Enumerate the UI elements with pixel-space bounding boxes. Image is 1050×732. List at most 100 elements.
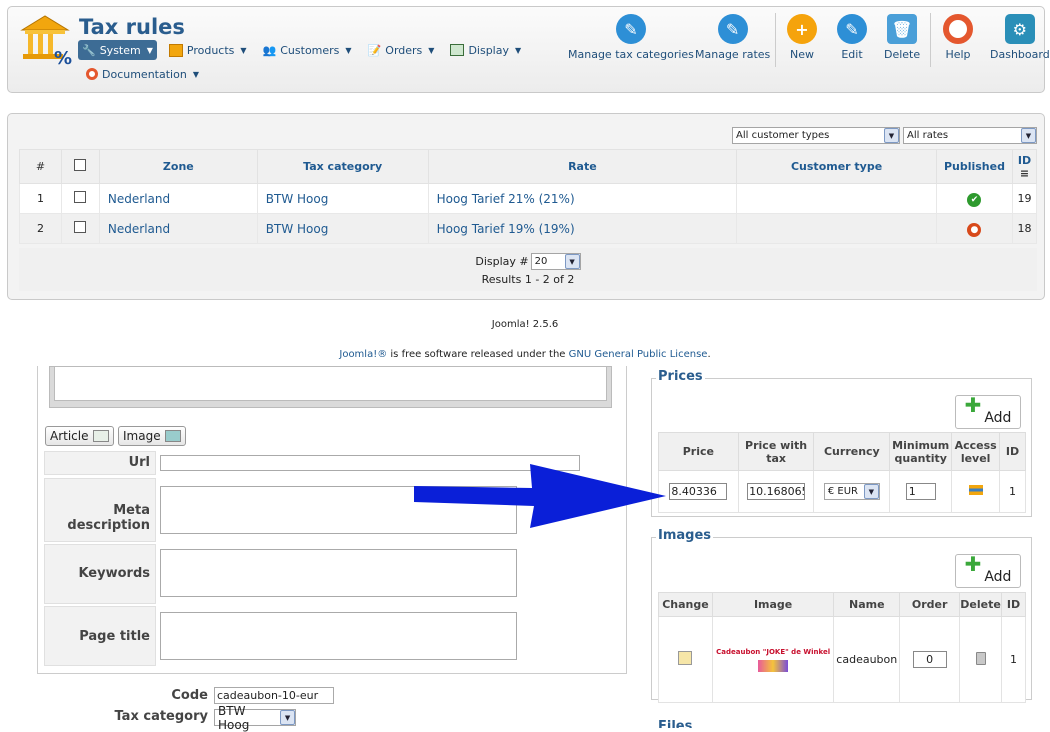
new-button[interactable]: + New <box>787 14 817 61</box>
license-text: Joomla!® is free software released under… <box>339 349 711 360</box>
checkbox[interactable] <box>74 159 87 171</box>
column-zone[interactable]: Zone <box>98 149 258 184</box>
url-label: Url <box>128 455 150 470</box>
column-published[interactable]: Published <box>935 149 1013 184</box>
images-legend: Images <box>656 528 714 543</box>
chevron-down-icon: ▼ <box>514 45 522 55</box>
add-image-button[interactable]: ✚ Add <box>955 554 1021 588</box>
chevron-down-icon: ▼ <box>428 45 435 55</box>
joomla-link[interactable]: Joomla!® <box>339 349 387 360</box>
image-icon <box>164 430 181 442</box>
prices-table: Price Price with tax Currency Minimum qu… <box>658 432 1026 513</box>
column-id[interactable]: ID ≡ <box>1011 149 1038 184</box>
page-title-label: Page title <box>79 629 150 644</box>
chevron-down-icon: ▼ <box>146 45 153 55</box>
page-title: Tax rules <box>79 15 185 39</box>
pencil-icon: ✎ <box>717 14 748 44</box>
zone-link[interactable]: Nederland <box>108 222 170 236</box>
menu-system[interactable]: 🔧 System ▼ <box>78 40 157 60</box>
arrow-annotation-icon <box>414 464 666 528</box>
keywords-label: Keywords <box>78 566 150 581</box>
row-checkbox[interactable] <box>74 191 87 203</box>
chevron-down-icon: ▼ <box>192 69 199 79</box>
plus-icon: + <box>787 14 817 44</box>
products-icon <box>168 43 183 57</box>
rate-link[interactable]: Hoog Tarief 21% (21%) <box>437 192 575 206</box>
customer-type-cell <box>736 213 937 244</box>
order-input[interactable]: 0 <box>912 651 947 668</box>
code-input[interactable]: cadeaubon-10-eur <box>214 687 334 704</box>
zone-link[interactable]: Nederland <box>108 192 170 206</box>
table-header-row: Price Price with tax Currency Minimum qu… <box>658 432 1026 471</box>
tax-category-select[interactable]: BTW Hoog ▼ <box>214 704 296 732</box>
product-image-thumbnail: Cadeaubon "JOKE" de Winkel <box>713 648 833 672</box>
insert-image-button[interactable]: Image <box>118 426 186 446</box>
description-editor[interactable] <box>49 366 612 408</box>
header-bar: % Tax rules 🔧 System ▼ Products ▼ 👥 Custom… <box>7 6 1050 93</box>
unpublished-icon[interactable]: ● <box>967 222 982 237</box>
minimum-quantity-input[interactable]: 1 <box>905 483 936 500</box>
chevron-down-icon: ▼ <box>240 45 247 55</box>
tools-icon: 🔧 <box>82 43 96 57</box>
menu-orders[interactable]: 📝 Orders ▼ <box>364 40 439 60</box>
customer-type-filter[interactable]: All customer types ▼ <box>732 127 900 144</box>
page-title-textarea[interactable] <box>160 612 517 660</box>
tax-category-link[interactable]: BTW Hoog <box>266 192 329 206</box>
column-customer-type[interactable]: Customer type <box>736 149 937 184</box>
insert-article-button[interactable]: Article <box>45 426 114 446</box>
chevron-down-icon: ▼ <box>345 45 352 55</box>
edit-image-icon[interactable] <box>678 651 693 665</box>
plus-icon: ✚ <box>964 552 982 576</box>
pencil-icon: ✎ <box>837 14 867 44</box>
tax-rules-table: # Zone Tax category Rate Customer type P… <box>19 149 1038 244</box>
pencil-icon: ✎ <box>615 14 646 44</box>
chevron-down-icon: ▼ <box>1021 128 1036 143</box>
list-footer: Display # 20 ▼ Results 1 - 2 of 2 <box>19 248 1037 291</box>
dashboard-button[interactable]: ⚙ Dashboard <box>990 14 1050 61</box>
toolbar-divider <box>775 13 776 67</box>
gpl-link[interactable]: GNU General Public License <box>569 349 708 360</box>
svg-text:%: % <box>54 48 72 66</box>
delete-button[interactable]: 🗑 Delete <box>884 14 920 61</box>
customers-icon: 👥 <box>262 43 277 57</box>
tax-rules-logo-icon: % <box>20 15 72 66</box>
gift-card-image-icon <box>758 659 789 672</box>
manage-rates-button[interactable]: ✎ Manage rates <box>695 14 770 61</box>
orders-icon: 📝 <box>367 43 382 57</box>
column-rate[interactable]: Rate <box>427 149 738 184</box>
customer-type-cell <box>736 183 937 214</box>
menu-documentation[interactable]: Documentation ▼ <box>82 64 203 84</box>
published-check-icon[interactable]: ✔ <box>967 192 982 207</box>
add-price-button[interactable]: ✚ Add <box>955 395 1021 429</box>
column-tax-category[interactable]: Tax category <box>256 149 429 184</box>
results-count: Results 1 - 2 of 2 <box>481 273 575 286</box>
tax-rules-list-panel: All customer types ▼ All rates ▼ # Zone … <box>7 113 1045 300</box>
keywords-textarea[interactable] <box>160 549 517 597</box>
edit-button[interactable]: ✎ Edit <box>837 14 867 61</box>
display-icon <box>450 44 465 56</box>
display-count-select[interactable]: 20 ▼ <box>530 253 581 270</box>
menu-display[interactable]: Display ▼ <box>446 40 525 60</box>
table-header-row: # Zone Tax category Rate Customer type P… <box>19 149 1038 184</box>
plus-icon: ✚ <box>964 393 982 417</box>
table-row: 8.40336 10.1680656 € EUR▼ 1 1 <box>658 470 1026 513</box>
article-icon <box>92 430 109 442</box>
column-number: # <box>19 149 62 184</box>
menu-customers[interactable]: 👥 Customers ▼ <box>259 40 356 60</box>
rate-filter[interactable]: All rates ▼ <box>903 127 1037 144</box>
currency-select[interactable]: € EUR ▼ <box>823 483 880 500</box>
help-button[interactable]: Help <box>943 14 973 61</box>
license-prefix: is free software released under the <box>387 349 569 360</box>
product-edit-screenshot: Article Image Url Meta description Keywo… <box>0 366 1050 732</box>
price-with-tax-input[interactable]: 10.1680656 <box>747 483 806 500</box>
trash-icon[interactable] <box>975 651 986 665</box>
row-checkbox[interactable] <box>74 221 87 233</box>
price-input[interactable]: 8.40336 <box>669 483 728 500</box>
menu-products[interactable]: Products ▼ <box>165 40 251 60</box>
code-label: Code <box>171 688 208 703</box>
select-all-checkbox[interactable] <box>60 149 100 184</box>
tax-category-link[interactable]: BTW Hoog <box>266 222 329 236</box>
rate-link[interactable]: Hoog Tarief 19% (19%) <box>437 222 575 236</box>
manage-tax-categories-button[interactable]: ✎ Manage tax categories <box>568 14 694 61</box>
access-level-icon[interactable] <box>968 485 983 495</box>
